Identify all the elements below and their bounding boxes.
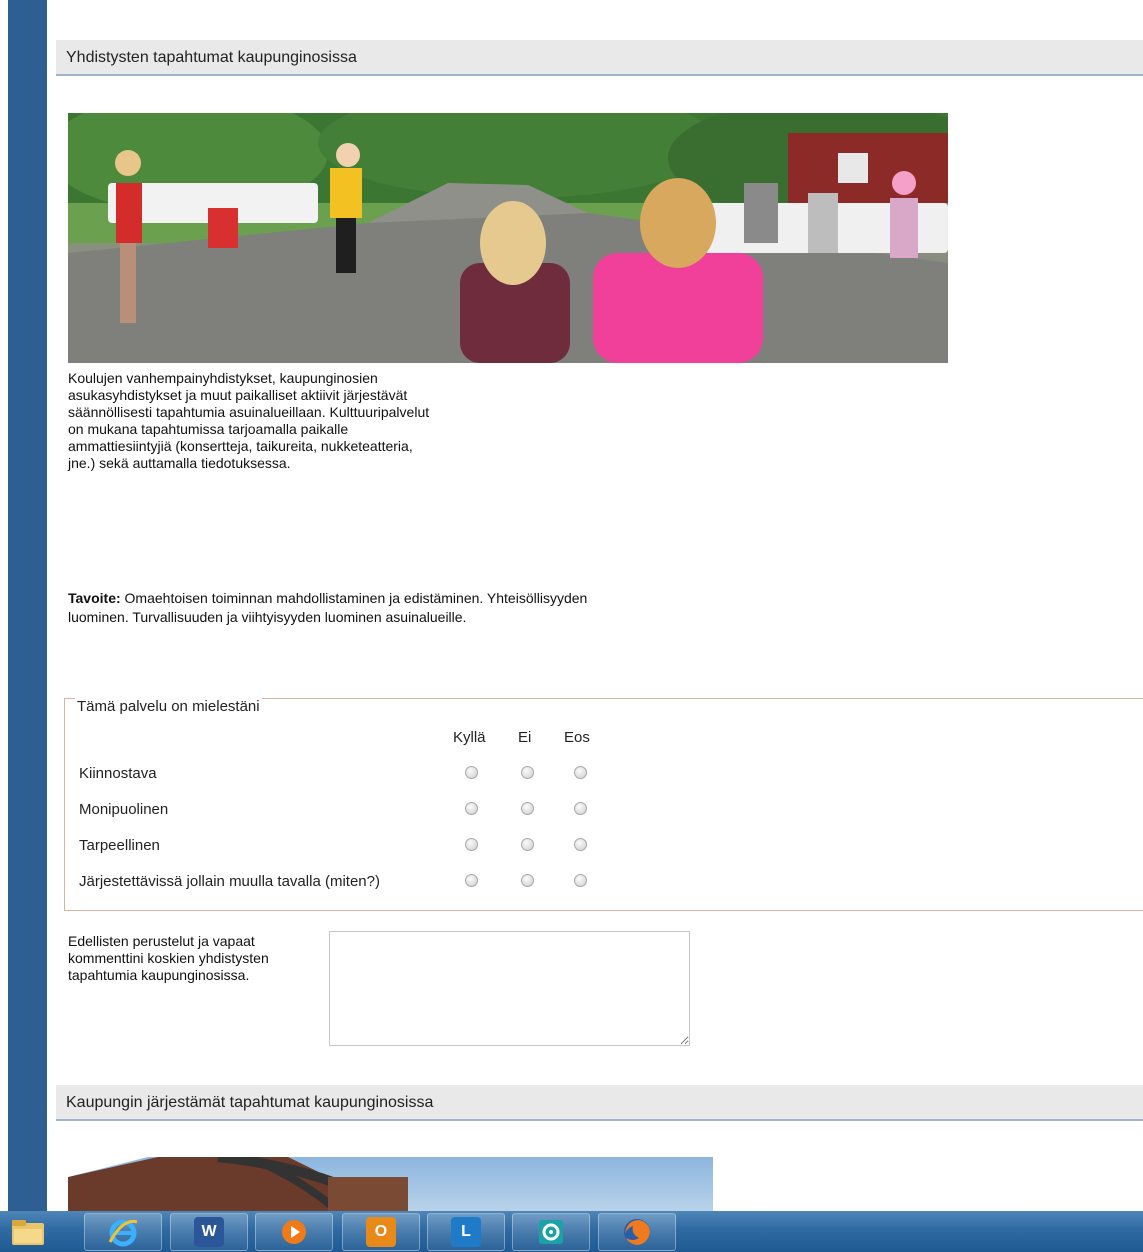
taskbar-word[interactable]: W	[170, 1213, 248, 1251]
internet-explorer-icon	[108, 1219, 138, 1247]
goal-label: Tavoite:	[68, 590, 121, 606]
goal-text: Omaehtoisen toiminnan mahdollistaminen j…	[68, 590, 588, 625]
radio-necessary-dont-know[interactable]	[574, 838, 587, 851]
taskbar-outlook[interactable]: O	[342, 1213, 420, 1251]
radio-other-way-no[interactable]	[521, 874, 534, 887]
taskbar-internet-explorer[interactable]	[84, 1213, 162, 1251]
service-goal: Tavoite: Omaehtoisen toiminnan mahdollis…	[68, 589, 588, 627]
section-header-city-events: Kaupungin järjestämät tapahtumat kaupung…	[56, 1085, 1143, 1121]
radio-versatile-dont-know[interactable]	[574, 802, 587, 815]
radio-interesting-dont-know[interactable]	[574, 766, 587, 779]
section-title: Yhdistysten tapahtumat kaupunginosissa	[66, 49, 357, 66]
radio-versatile-yes[interactable]	[465, 802, 478, 815]
column-header-no: Ei	[518, 729, 532, 746]
word-icon: W	[194, 1217, 224, 1247]
taskbar-folder[interactable]	[6, 1215, 50, 1249]
service-description: Koulujen vanhempainyhdistykset, kaupungi…	[68, 370, 430, 471]
section-header-events-associations: Yhdistysten tapahtumat kaupunginosissa	[56, 40, 1143, 76]
lync-icon: L	[451, 1217, 481, 1247]
radio-interesting-yes[interactable]	[465, 766, 478, 779]
taskbar-app[interactable]	[512, 1213, 590, 1251]
rating-legend: Tämä palvelu on mielestäni	[75, 698, 262, 715]
rating-row-label-necessary: Tarpeellinen	[79, 837, 160, 854]
windows-taskbar: W O L	[0, 1211, 1143, 1252]
media-player-icon	[282, 1220, 306, 1244]
column-header-yes: Kyllä	[453, 729, 486, 746]
folder-icon	[12, 1220, 44, 1245]
rating-row-label-versatile: Monipuolinen	[79, 801, 169, 818]
radio-other-way-dont-know[interactable]	[574, 874, 587, 887]
section-title: Kaupungin järjestämät tapahtumat kaupung…	[66, 1094, 434, 1111]
city-events-photo	[68, 1157, 713, 1211]
comment-label: Edellisten perustelut ja vapaat kommentt…	[68, 933, 269, 983]
taskbar-firefox[interactable]	[598, 1213, 676, 1251]
radio-other-way-yes[interactable]	[465, 874, 478, 887]
column-header-dont-know: Eos	[564, 729, 590, 746]
rating-row-label-interesting: Kiinnostava	[79, 765, 157, 782]
radio-versatile-no[interactable]	[521, 802, 534, 815]
radio-necessary-yes[interactable]	[465, 838, 478, 851]
comment-textarea[interactable]	[329, 931, 690, 1046]
app-icon	[539, 1220, 563, 1244]
taskbar-lync[interactable]: L	[427, 1213, 505, 1251]
radio-necessary-no[interactable]	[521, 838, 534, 851]
outlook-icon: O	[366, 1217, 396, 1247]
rating-row-label-other-way: Järjestettävissä jollain muulla tavalla …	[79, 873, 380, 890]
children-playing-photo	[68, 113, 948, 363]
radio-interesting-no[interactable]	[521, 766, 534, 779]
firefox-icon	[624, 1219, 650, 1245]
taskbar-media-player[interactable]	[255, 1213, 333, 1251]
left-margin	[0, 0, 8, 1211]
